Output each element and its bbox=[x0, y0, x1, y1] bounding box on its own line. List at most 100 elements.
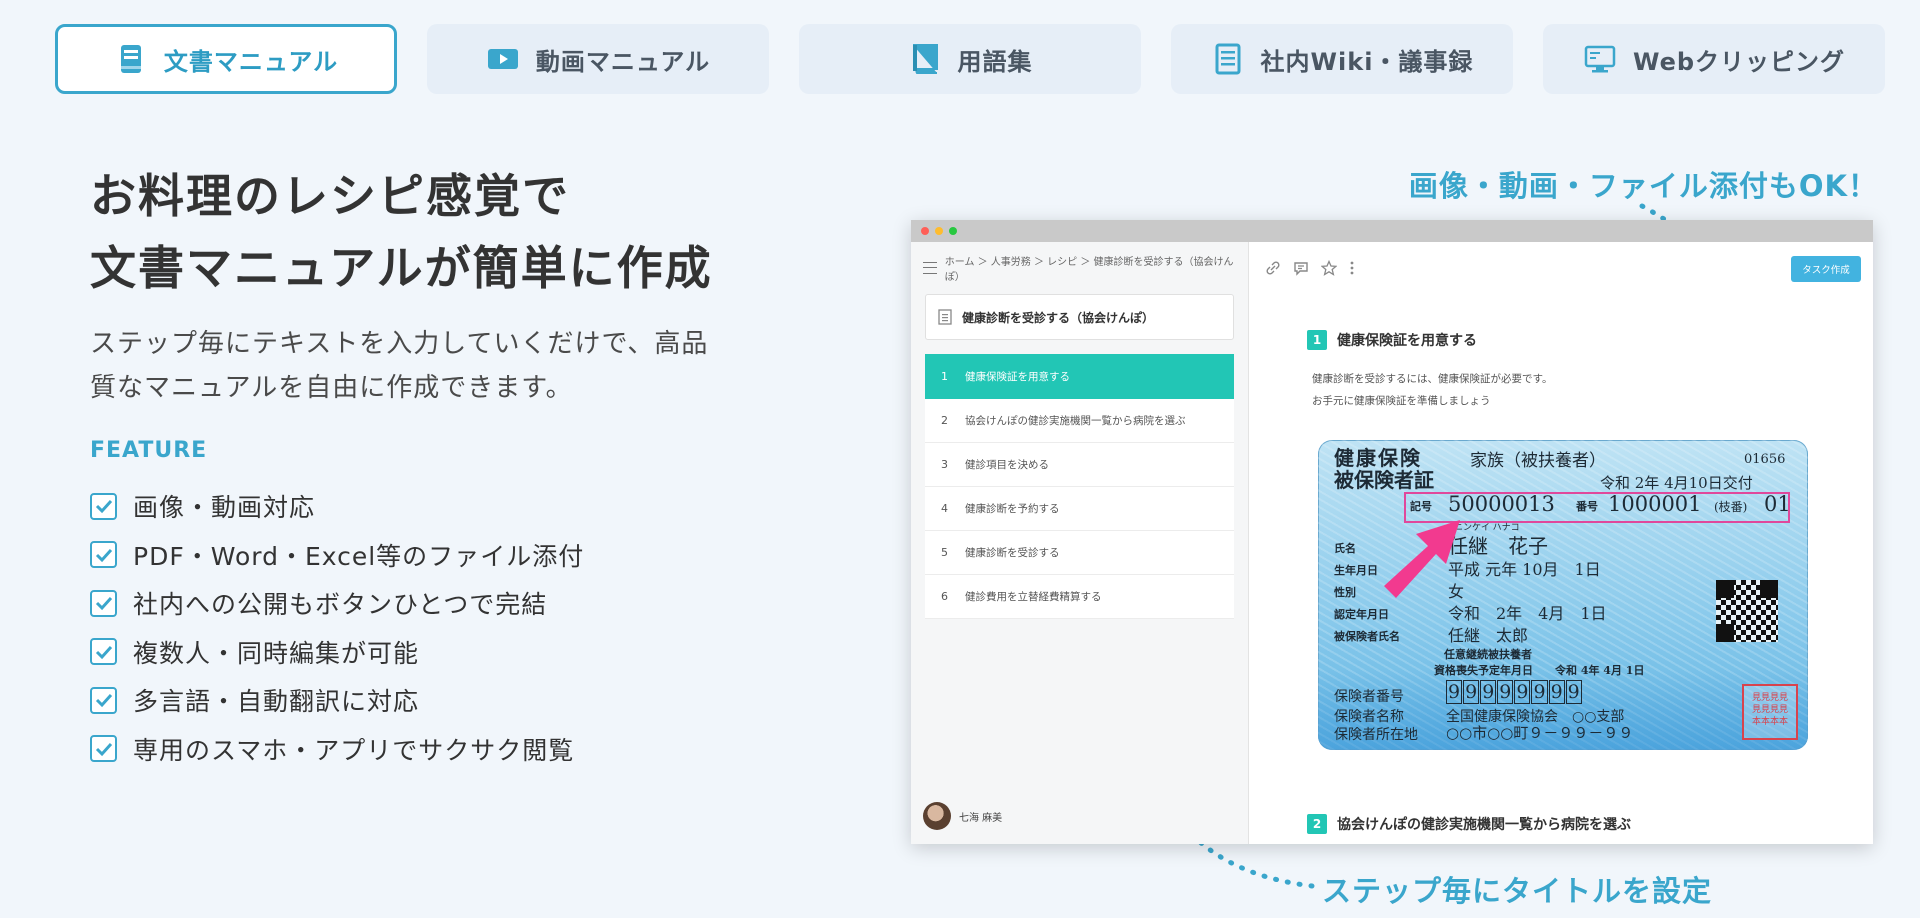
section-heading: 1 健康保険証を用意する bbox=[1307, 330, 1477, 350]
step-item[interactable]: 4 健康診断を予約する bbox=[925, 487, 1234, 531]
document-title-text: 健康診断を受診する（協会けんぽ） bbox=[962, 310, 1155, 325]
digit-box: 9 bbox=[1531, 680, 1548, 704]
feature-text: PDF・Word・Excel等のファイル添付 bbox=[133, 541, 585, 571]
hero-headline: お料理のレシピ感覚で 文書マニュアルが簡単に作成 bbox=[90, 160, 713, 304]
feature-text: 画像・動画対応 bbox=[133, 493, 316, 523]
step-label: 健診費用を立替経費精算する bbox=[965, 591, 1102, 603]
card-label: (枝番) bbox=[1714, 500, 1748, 514]
headline-line: 文書マニュアルが簡単に作成 bbox=[90, 241, 713, 295]
callout-attachments: 画像・動画・ファイル添付もOK！ bbox=[1408, 169, 1878, 203]
feature-item: 社内への公開もボタンひとつで完結 bbox=[90, 579, 584, 628]
card-title: 被保険者証 bbox=[1334, 468, 1434, 492]
feature-text: 複数人・同時編集が可能 bbox=[133, 638, 420, 668]
digit-box: 9 bbox=[1497, 680, 1514, 704]
insurance-card-image: 健康保険 被保険者証 家族（被扶養者） 01656 令和 2年 4月10日交付 … bbox=[1318, 440, 1808, 750]
card-insured: 任継 太郎 bbox=[1448, 626, 1529, 645]
maximize-dot-icon[interactable] bbox=[949, 227, 957, 235]
step-badge: 1 bbox=[1307, 330, 1327, 350]
star-icon[interactable] bbox=[1321, 260, 1337, 276]
step-label: 健康診断を受診する bbox=[965, 547, 1060, 559]
card-bango: 1000001 bbox=[1608, 492, 1702, 516]
checkbox-checked-icon bbox=[90, 589, 117, 617]
qr-code-icon bbox=[1716, 580, 1778, 642]
section-body: 健康診断を受診するには、健康保険証が必要です。 お手元に健康保険証を準備しましょ… bbox=[1312, 368, 1552, 412]
card-label: 保険者所在地 bbox=[1334, 727, 1418, 743]
step-label: 健康保険証を用意する bbox=[965, 371, 1070, 383]
tab-label: Webクリッピング bbox=[1632, 47, 1846, 76]
checkbox-checked-icon bbox=[90, 735, 117, 763]
app-window-screenshot: ホーム ＞ 人事労務 ＞ レシピ ＞ 健康診断を受診する（協会けんぽ） 健康診断… bbox=[911, 220, 1873, 844]
digit-box: 9 bbox=[1548, 680, 1565, 704]
hero-description: ステップ毎にテキストを入力していくだけで、高品 質なマニュアルを自由に作成できま… bbox=[90, 322, 780, 410]
section-title: 健康保険証を用意する bbox=[1337, 333, 1477, 349]
feature-text: 社内への公開もボタンひとつで完結 bbox=[133, 590, 548, 620]
minimize-dot-icon[interactable] bbox=[935, 227, 943, 235]
breadcrumb: ホーム ＞ 人事労務 ＞ レシピ ＞ 健康診断を受診する（協会けんぽ） bbox=[911, 242, 1248, 294]
video-play-icon bbox=[487, 49, 518, 69]
tab-video-manual[interactable]: 動画マニュアル bbox=[427, 24, 769, 94]
breadcrumb-text[interactable]: ホーム ＞ 人事労務 ＞ レシピ ＞ 健康診断を受診する（協会けんぽ） bbox=[945, 253, 1248, 283]
card-edaban: 01 bbox=[1764, 492, 1791, 516]
card-family: 家族（被扶養者） bbox=[1470, 451, 1606, 471]
card-cert-date: 令和 2年 4月 1日 bbox=[1448, 604, 1607, 623]
user-name: 七海 麻美 bbox=[959, 812, 1003, 824]
window-titlebar bbox=[911, 220, 1873, 242]
feature-item: 専用のスマホ・アプリでサクサク閲覧 bbox=[90, 725, 584, 774]
checkbox-checked-icon bbox=[90, 492, 117, 520]
section-text: 健康診断を受診するには、健康保険証が必要です。 bbox=[1312, 373, 1553, 385]
feature-item: 複数人・同時編集が可能 bbox=[90, 628, 584, 677]
step-number: 1 bbox=[941, 370, 948, 383]
document-icon bbox=[938, 309, 952, 325]
section-heading: 2 協会けんぽの健診実施機関一覧から病院を選ぶ bbox=[1307, 814, 1631, 834]
step-item[interactable]: 1 健康保険証を用意する bbox=[925, 354, 1234, 399]
book-icon bbox=[120, 45, 141, 73]
more-vertical-icon[interactable] bbox=[1349, 260, 1355, 276]
document-title: 健康診断を受診する（協会けんぽ） bbox=[925, 294, 1234, 340]
feature-item: PDF・Word・Excel等のファイル添付 bbox=[90, 531, 584, 580]
digit-box: 9 bbox=[1480, 680, 1497, 704]
avatar bbox=[923, 802, 951, 830]
step-item[interactable]: 5 健康診断を受診する bbox=[925, 531, 1234, 575]
step-item[interactable]: 3 健診項目を決める bbox=[925, 443, 1234, 487]
user-profile[interactable]: 七海 麻美 bbox=[923, 802, 1002, 830]
card-kigo: 50000013 bbox=[1448, 492, 1555, 516]
tab-label: 社内Wiki・議事録 bbox=[1260, 47, 1474, 76]
step-item[interactable]: 6 健診費用を立替経費精算する bbox=[925, 575, 1234, 619]
checkbox-checked-icon bbox=[90, 686, 117, 714]
content-toolbar bbox=[1249, 242, 1873, 294]
card-label: 氏名 bbox=[1334, 542, 1356, 555]
glossary-book-icon bbox=[912, 44, 938, 74]
step-label: 健康診断を予約する bbox=[965, 503, 1060, 515]
card-label: 保険者名称 bbox=[1334, 709, 1404, 725]
comment-icon[interactable] bbox=[1293, 260, 1309, 276]
description-line: 質なマニュアルを自由に作成できます。 bbox=[90, 373, 573, 403]
checkbox-checked-icon bbox=[90, 638, 117, 666]
card-insurer-number: 99999999 bbox=[1446, 680, 1583, 704]
manual-content: タスク作成 1 健康保険証を用意する 健康診断を受診するには、健康保険証が必要で… bbox=[1249, 242, 1873, 844]
card-insurer-address: ○○市○○町９－９９－９９ bbox=[1446, 724, 1634, 742]
notepad-icon bbox=[1215, 43, 1241, 75]
create-task-button[interactable]: タスク作成 bbox=[1791, 256, 1861, 282]
card-label: 認定年月日 bbox=[1334, 608, 1389, 621]
section-text: お手元に健康保険証を準備しましょう bbox=[1312, 395, 1491, 407]
tab-glossary[interactable]: 用語集 bbox=[799, 24, 1141, 94]
link-icon[interactable] bbox=[1265, 260, 1281, 276]
tab-document-manual[interactable]: 文書マニュアル bbox=[55, 24, 397, 94]
checkbox-checked-icon bbox=[90, 541, 117, 569]
tab-wiki-minutes[interactable]: 社内Wiki・議事録 bbox=[1171, 24, 1513, 94]
step-list: 1 健康保険証を用意する 2 協会けんぽの健診実施機関一覧から病院を選ぶ 3 健診項目… bbox=[925, 354, 1234, 619]
feature-item: 多言語・自動翻訳に対応 bbox=[90, 676, 584, 725]
feature-label: FEATURE bbox=[90, 438, 208, 463]
close-dot-icon[interactable] bbox=[921, 227, 929, 235]
tab-web-clipping[interactable]: Webクリッピング bbox=[1543, 24, 1885, 94]
card-issue-date: 令和 2年 4月10日交付 bbox=[1600, 474, 1753, 492]
step-number: 6 bbox=[941, 590, 948, 603]
headline-line: お料理のレシピ感覚で bbox=[90, 169, 570, 223]
step-number: 5 bbox=[941, 546, 948, 559]
card-label: 記号 bbox=[1410, 500, 1432, 513]
feature-text: 多言語・自動翻訳に対応 bbox=[133, 687, 420, 717]
section-title: 協会けんぽの健診実施機関一覧から病院を選ぶ bbox=[1337, 817, 1631, 833]
step-item[interactable]: 2 協会けんぽの健診実施機関一覧から病院を選ぶ bbox=[925, 399, 1234, 443]
menu-icon[interactable] bbox=[923, 262, 937, 274]
card-note: 任意継続被扶養者 bbox=[1444, 648, 1532, 661]
